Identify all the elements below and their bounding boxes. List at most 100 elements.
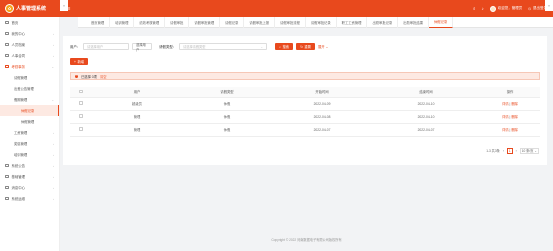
sidebar-item[interactable]: 基础管理 › [0,171,59,182]
sidebar-item-label: 休假管理 [21,120,35,124]
table-row: 超级员 休假 2022-04-09 2022-04-10 详情 | 删除 [70,97,540,111]
tab-item[interactable]: 出勤审批记录 [367,16,399,28]
main-panel: 用户： 请选择用户 选择用户 请假类型： 请选择请假类型 ⌄ ⌕ 搜索 ↻ 重置 展开… [63,36,547,165]
message-icon [5,185,9,190]
cell-start: 2022-04-09 [272,97,372,111]
sidebar-item[interactable]: 我的中心 › [0,28,59,39]
power-icon: ⏻ [528,6,531,11]
tab-item[interactable]: 请假记录 [220,16,245,28]
info-icon: i [75,74,78,78]
sidebar-item-label: 系统公告 [11,164,26,168]
tab-item[interactable]: 请假审批管理 [189,16,221,28]
selection-count: 已选择 0项 [81,74,97,79]
cell-type: 休假 [182,110,272,124]
row-checkbox[interactable] [79,101,83,105]
tab-item[interactable]: 请假审批上报 [244,16,276,28]
type-filter-label: 请假类型： [159,45,177,49]
cell-end: 2022-04-07 [372,123,480,137]
user-filter-input[interactable]: 请选择用户 [83,43,130,50]
cell-actions: 详情 | 删除 [480,97,540,111]
row-checkbox[interactable] [79,114,83,118]
tab-item[interactable]: 首页管理 [86,16,111,28]
cell-end: 2022-04-10 [372,110,480,124]
tab-item[interactable]: 出勤审批结果 [398,16,429,28]
sidebar-item[interactable]: 人事合同 › [0,50,59,61]
chevron-icon: › [53,152,54,157]
pagination: 1-3 共3条 ‹ 1 › 10 条/页 ⌄ [486,148,539,154]
column-header: 操作 [480,87,540,98]
search-button[interactable]: ⌕ 搜索 [275,43,294,50]
sidebar-subitem[interactable]: 工资管理 › [0,127,59,138]
sidebar-subitem-leaf[interactable]: 休假记录 [0,105,59,116]
chevron-icon: › [53,42,54,47]
tab-item[interactable]: 培训管理 [110,16,135,28]
delete-link[interactable]: 删除 [511,128,518,132]
contract-icon [5,53,9,58]
bell-icon[interactable]: ♪ [481,6,483,11]
reset-button[interactable]: ↻ 重置 [296,43,315,50]
tab-item[interactable]: 请假审批流程 [275,16,306,28]
tab-scroll-left-icon[interactable]: « [60,0,68,11]
sidebar-subitem[interactable]: 出差公告管理 [0,83,59,94]
sidebar-subitem[interactable]: 假期管理 ⌄ [0,94,59,105]
tab-bar: 首页管理 培训管理 绩效考核管理 请假审批 请假审批管理 请假记录 请假审批上报 请假审批流程… [78,16,553,28]
tab-scroll-right-icon[interactable]: » [545,0,553,11]
profile-icon [5,42,9,47]
clear-selection-link[interactable]: 清空 [100,74,107,79]
leave-table: 用户 请假类型 开始时间 结束时间 操作 超级员 休假 2022-04-09 2022-04-… [70,87,540,137]
row-checkbox[interactable] [79,127,83,131]
tab-item[interactable]: 请假审批 [165,16,190,28]
cell-type: 休假 [182,97,272,111]
sidebar-item-label: 假期管理 [14,98,28,102]
sidebar-subitem[interactable]: 培训管理 › [0,149,59,160]
expand-link[interactable]: 展开 ⌄ [318,44,328,49]
sidebar-subitem[interactable]: 请假管理 [0,72,59,83]
sidebar-item-label: 工资管理 [14,131,28,135]
search-icon[interactable]: ⌕ [473,6,476,11]
sidebar-subitem[interactable]: 奖惩管理 › [0,138,59,149]
tab-item[interactable]: 休假记录 [429,16,454,28]
cell-user: 管理 [92,110,182,124]
user-label: 欢迎您，管理员 [497,6,523,10]
logo: ✿ 人事管理系统 [0,0,60,17]
tab-item[interactable]: 绩效考核管理 [134,16,166,28]
delete-link[interactable]: 删除 [511,102,518,106]
sidebar-item[interactable]: 考勤事务 ⌄ [0,61,59,72]
sidebar-item-label: 请假管理 [14,76,28,80]
cell-type: 休假 [182,123,272,137]
cell-user: 超级员 [92,97,182,111]
detail-link[interactable]: 详情 [502,102,509,106]
sidebar-item[interactable]: 首页 [0,17,59,28]
column-header: 用户 [92,87,182,98]
sidebar-item[interactable]: 人员档案 › [0,39,59,50]
sidebar-item-label: 考勤事务 [11,65,26,69]
tab-item[interactable]: 职工工资管理 [337,16,368,28]
select-all-checkbox[interactable] [79,89,83,93]
page-size-select[interactable]: 10 条/页 ⌄ [519,148,539,154]
next-page-button[interactable]: › [516,149,517,153]
type-filter-select[interactable]: 请选择请假类型 ⌄ [179,43,268,50]
detail-link[interactable]: 详情 [502,115,509,119]
delete-link[interactable]: 删除 [511,115,518,119]
sidebar-item-label: 系统运维 [11,197,26,201]
user-filter-label: 用户： [70,45,81,49]
sidebar-item-label: 出差公告管理 [14,87,34,91]
footer: Copyright © 2022 河南数据电子有限公司版权所有 [271,238,342,242]
sidebar-item[interactable]: 系统运维 › [0,193,59,204]
sidebar-item[interactable]: 系统公告 › [0,160,59,171]
pagination-summary: 1-3 共3条 [486,149,500,154]
chevron-icon: › [53,196,54,201]
sidebar-subitem-leaf[interactable]: 休假管理 [0,116,59,127]
user-menu[interactable]: 欢迎您，管理员 [489,5,523,12]
prev-page-button[interactable]: ‹ [503,149,504,153]
chevron-icon: › [53,174,54,179]
page-1-button[interactable]: 1 [506,148,513,154]
sidebar-item[interactable]: 消息中心 › [0,182,59,193]
tab-item[interactable]: 请假审批记录 [306,16,337,28]
chevron-icon: › [53,53,54,58]
detail-link[interactable]: 详情 [502,128,509,132]
cell-user: 管理 [92,123,182,137]
add-button[interactable]: + 新增 [70,58,89,65]
cell-start: 2022-04-08 [272,110,372,124]
select-user-button[interactable]: 选择用户 [132,43,153,52]
